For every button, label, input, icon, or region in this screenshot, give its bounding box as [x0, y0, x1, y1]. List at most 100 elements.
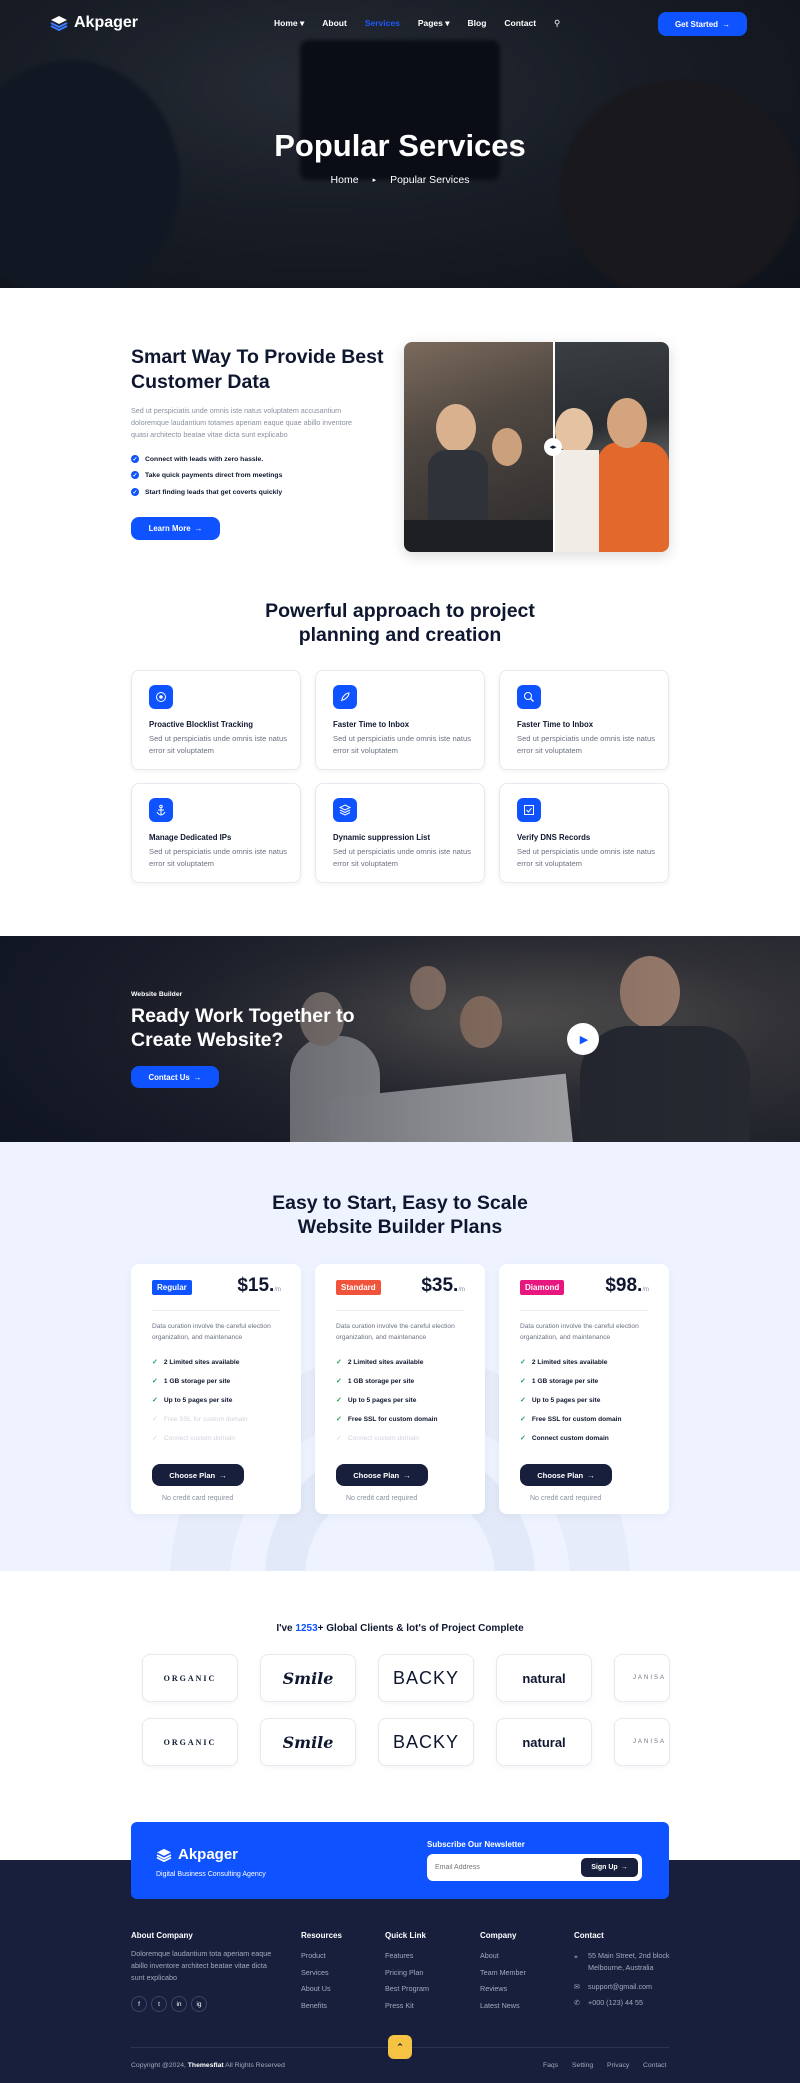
comparison-image[interactable]: ◂▸ [404, 342, 669, 552]
newsletter-form: Sign Up→ [427, 1854, 642, 1881]
get-started-button[interactable]: Get Started → [658, 12, 747, 36]
arrow-right-icon: → [194, 524, 203, 533]
nav-contact[interactable]: Contact [504, 18, 536, 29]
footer-phone[interactable]: +000 (123) 44 55 [588, 1998, 643, 2007]
check-icon: ✓ [336, 1435, 342, 1442]
footer-bottom-link[interactable]: Privacy [607, 2062, 629, 2069]
plan-feature-disabled: ✓ Free SSL for custom domain [152, 1415, 248, 1424]
play-video-button[interactable]: ▶ [567, 1023, 599, 1055]
target-icon [149, 685, 173, 709]
footer-link[interactable]: Features [385, 1951, 413, 1960]
footer-link[interactable]: Pricing Plan [385, 1968, 423, 1977]
plan-feature: ✓ 2 Limited sites available [336, 1358, 424, 1367]
nav-home[interactable]: Home ▾ [274, 18, 304, 29]
smart-way-description: Sed ut perspiciatis unde omnis iste natu… [131, 406, 352, 439]
client-logo-smile[interactable]: Smile [260, 1718, 356, 1766]
footer-contact-title: Contact [574, 1931, 604, 1940]
phone-icon: ✆ [574, 1998, 581, 2007]
footer-link[interactable]: About [480, 1951, 499, 1960]
rocket-icon [333, 685, 357, 709]
client-logo-natural[interactable]: natural [496, 1718, 592, 1766]
plan-feature: ✓ 1 GB storage per site [152, 1377, 231, 1386]
linkedin-icon[interactable]: in [171, 1996, 187, 2012]
client-logo-natural[interactable]: natural [496, 1654, 592, 1702]
footer-link[interactable]: Reviews [480, 1984, 507, 1993]
plan-badge: Regular [152, 1280, 192, 1295]
top-nav: Akpager Home ▾ About Services Pages ▾ Bl… [0, 0, 800, 48]
facebook-icon[interactable]: f [131, 1996, 147, 2012]
check-icon: ✓ [336, 1359, 342, 1366]
approach-title: Powerful approach to project planning an… [265, 600, 535, 646]
instagram-icon[interactable]: ig [191, 1996, 207, 2012]
nav-blog[interactable]: Blog [468, 18, 487, 29]
contact-us-button[interactable]: Contact Us → [131, 1066, 219, 1088]
nav-about[interactable]: About [322, 18, 347, 29]
footer-link[interactable]: About Us [301, 1984, 331, 1993]
plan-price: $15./m [237, 1275, 281, 1296]
plan-feature: ✓ Up to 5 pages per site [336, 1396, 417, 1405]
arrow-right-icon: → [403, 1470, 411, 1480]
choose-plan-button[interactable]: Choose Plan → [520, 1464, 612, 1486]
chevron-down-icon: ▾ [300, 18, 305, 28]
breadcrumb-home[interactable]: Home [331, 174, 359, 186]
arrows-horizontal-icon: ◂▸ [549, 444, 557, 451]
footer-link[interactable]: Product [301, 1951, 326, 1960]
footer-quick-title: Quick Link [385, 1931, 426, 1940]
footer-email[interactable]: support@gmail.com [588, 1982, 652, 1991]
client-logo-backy[interactable]: BACKY [378, 1654, 474, 1702]
location-icon: ⌖ [574, 1952, 579, 1961]
check-icon: ✓ [520, 1359, 526, 1366]
footer-link[interactable]: Best Program [385, 1984, 429, 1993]
brand-tagline: Digital Business Consulting Agency [156, 1871, 266, 1878]
footer-link[interactable]: Benefits [301, 2001, 327, 2010]
client-logo-organic[interactable]: ORGANIC [142, 1718, 238, 1766]
client-logo-janisa[interactable]: JANISA [614, 1718, 670, 1766]
footer-bottom-link[interactable]: Faqs [543, 2062, 558, 2069]
client-logo-janisa[interactable]: JANISA [614, 1654, 670, 1702]
newsletter-title: Subscribe Our Newsletter [427, 1840, 525, 1849]
footer-bottom-link[interactable]: Setting [572, 2062, 593, 2069]
scroll-top-button[interactable]: ⌃ [388, 2035, 412, 2059]
check-icon: ✓ [152, 1397, 158, 1404]
footer-logo[interactable]: Akpager [156, 1846, 238, 1863]
cta-banner: Website Builder Ready Work Together to C… [0, 936, 800, 1142]
plan-feature: ✓ 1 GB storage per site [336, 1377, 415, 1386]
plan-feature: ✓ Up to 5 pages per site [152, 1396, 233, 1405]
check-icon: ✓ [152, 1378, 158, 1385]
check-icon: ✓ [152, 1416, 158, 1423]
footer-link[interactable]: Team Member [480, 1968, 526, 1977]
choose-plan-button[interactable]: Choose Plan → [152, 1464, 244, 1486]
pricing-card-standard: Standard $35./m Data curation involve th… [315, 1264, 485, 1514]
feature-card: Proactive Blocklist Tracking Sed ut pers… [131, 670, 301, 770]
footer-link[interactable]: Services [301, 1968, 329, 1977]
smart-way-title: Smart Way To Provide Best Customer Data [131, 346, 384, 393]
chevron-down-icon: ▾ [445, 18, 450, 28]
arrow-right-icon: → [620, 1864, 628, 1871]
email-input[interactable] [435, 1860, 575, 1875]
feature-card: Faster Time to Inbox Sed ut perspiciatis… [499, 670, 669, 770]
check-item: ✓ Take quick payments direct from meeting… [131, 471, 283, 479]
footer-link[interactable]: Latest News [480, 2001, 520, 2010]
twitter-icon[interactable]: t [151, 1996, 167, 2012]
check-icon: ✓ [520, 1378, 526, 1385]
feature-card: Manage Dedicated IPs Sed ut perspiciatis… [131, 783, 301, 883]
footer-bottom-link[interactable]: Contact [643, 2062, 666, 2069]
layers-icon [333, 798, 357, 822]
breadcrumb: Home ▸ Popular Services [0, 174, 800, 186]
client-logo-backy[interactable]: BACKY [378, 1718, 474, 1766]
client-logo-smile[interactable]: Smile [260, 1654, 356, 1702]
footer-link[interactable]: Press Kit [385, 2001, 414, 2010]
newsletter-panel: Akpager Digital Business Consulting Agen… [131, 1822, 669, 1899]
sign-up-button[interactable]: Sign Up → [581, 1858, 638, 1877]
compare-slider-handle[interactable]: ◂▸ [544, 438, 562, 456]
choose-plan-button[interactable]: Choose Plan → [336, 1464, 428, 1486]
nav-services[interactable]: Services [365, 18, 400, 29]
banner-title: Ready Work Together to Create Website? [131, 1005, 355, 1051]
check-icon: ✓ [152, 1435, 158, 1442]
search-icon[interactable]: ⚲ [554, 18, 560, 29]
client-logo-organic[interactable]: ORGANIC [142, 1654, 238, 1702]
learn-more-button[interactable]: Learn More → [131, 517, 220, 540]
plan-feature-disabled: ✓ Connect custom domain [152, 1434, 235, 1443]
site-logo[interactable]: Akpager [50, 14, 138, 32]
nav-pages[interactable]: Pages ▾ [418, 18, 450, 29]
